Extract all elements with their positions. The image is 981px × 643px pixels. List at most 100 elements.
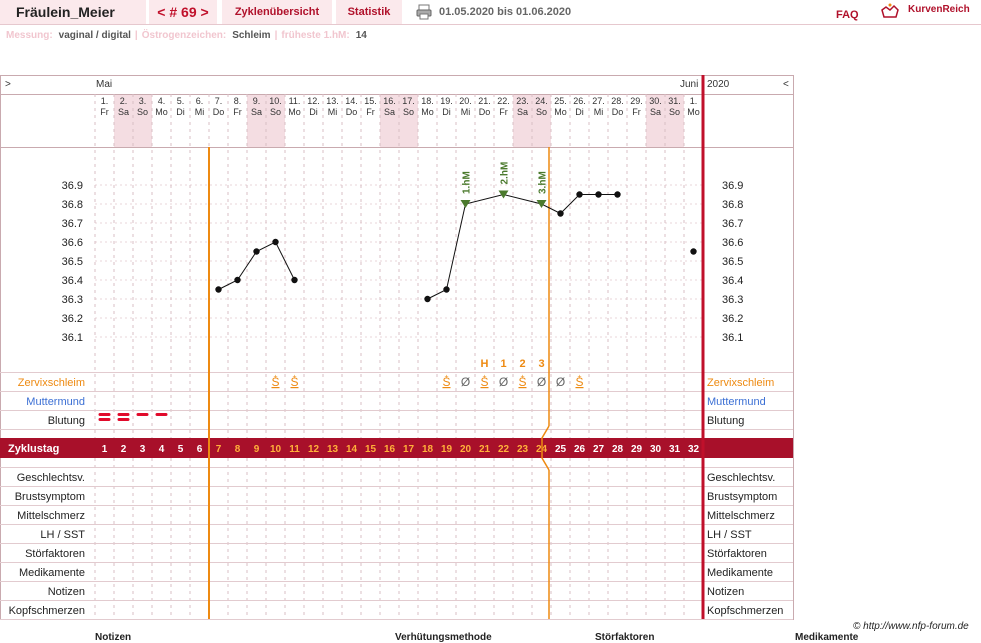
weekday-label: Mi xyxy=(328,107,338,117)
temp-label-right: 36.1 xyxy=(722,332,743,344)
temp-label-left: 36.9 xyxy=(62,180,83,192)
temp-label-left: 36.5 xyxy=(62,256,83,268)
cycle-day-number: 6 xyxy=(197,444,203,455)
temperature-point xyxy=(272,238,279,246)
day-number: 21. xyxy=(478,96,491,106)
temp-label-right: 36.5 xyxy=(722,256,743,268)
temperature-point xyxy=(690,248,697,255)
day-number: 1. xyxy=(101,96,109,106)
weekday-label: Fr xyxy=(632,107,641,117)
mucus-plus: + xyxy=(444,374,448,381)
row-label-bottom-left: Medikamente xyxy=(19,567,85,579)
day-number: 4. xyxy=(158,96,166,106)
mucus-plus: + xyxy=(482,374,486,381)
day-number: 26. xyxy=(573,96,586,106)
row-label-bottom-right: Notizen xyxy=(707,586,744,598)
weekday-label: Mo xyxy=(554,107,567,117)
cycle-day-number: 19 xyxy=(441,444,453,455)
day-number: 11. xyxy=(289,96,301,106)
peak-label: 2 xyxy=(519,358,525,370)
row-label-bottom-left: Störfaktoren xyxy=(25,548,85,560)
weekday-label: Sa xyxy=(251,107,262,117)
bleeding-mark xyxy=(136,413,149,416)
temp-label-right: 36.4 xyxy=(722,275,743,287)
nav-left-arrow: > xyxy=(5,79,11,90)
temperature-point xyxy=(215,286,222,293)
row-label-bottom-right: Brustsymptom xyxy=(707,491,777,503)
row-label-bleeding-left: Blutung xyxy=(48,415,85,427)
day-number: 31. xyxy=(668,96,681,106)
day-number: 13. xyxy=(326,96,339,106)
day-number: 28. xyxy=(611,96,624,106)
cycle-day-number: 30 xyxy=(650,444,662,455)
row-label-bottom-right: Geschlechtsv. xyxy=(707,472,775,484)
cycle-day-number: 16 xyxy=(384,444,396,455)
weekday-label: Fr xyxy=(366,107,375,117)
month-end-label: Juni xyxy=(680,79,698,90)
day-number: 9. xyxy=(253,96,261,106)
temp-label-left: 36.2 xyxy=(62,313,83,325)
temp-label-left: 36.3 xyxy=(62,294,83,306)
row-label-bottom-right: LH / SST xyxy=(707,529,752,541)
temp-label-left: 36.4 xyxy=(62,275,83,287)
temp-label-left: 36.8 xyxy=(62,199,83,211)
bottom-notes-label: Notizen xyxy=(95,632,132,643)
weekday-label: So xyxy=(669,107,680,117)
row-label-bottom-left: Kopfschmerzen xyxy=(9,605,85,617)
weekday-label: Mi xyxy=(195,107,205,117)
weekday-label: Di xyxy=(309,107,318,117)
temperature-point xyxy=(443,286,450,293)
row-label-bottom-left: LH / SST xyxy=(40,529,85,541)
peak-label: 3 xyxy=(538,358,544,370)
cycle-day-number: 21 xyxy=(479,444,491,455)
temperature-point xyxy=(234,276,241,284)
weekday-label: Di xyxy=(442,107,451,117)
day-number: 27. xyxy=(592,96,605,106)
temp-label-right: 36.6 xyxy=(722,237,743,249)
mucus-symbol: Ø xyxy=(556,375,565,389)
day-number: 18. xyxy=(421,96,434,106)
cycle-day-number: 12 xyxy=(308,444,320,455)
weekday-label: Mo xyxy=(155,107,168,117)
day-number: 15. xyxy=(364,96,377,106)
day-number: 19. xyxy=(440,96,453,106)
cycle-day-number: 26 xyxy=(574,444,586,455)
row-label-bottom-right: Störfaktoren xyxy=(707,548,767,560)
bleeding-mark xyxy=(98,418,111,421)
mucus-plus: + xyxy=(292,374,296,381)
weekday-label: Fr xyxy=(100,107,109,117)
row-label-cervix-left: Muttermund xyxy=(26,396,85,408)
cycle-day-number: 29 xyxy=(631,444,643,455)
cycle-day-number: 15 xyxy=(365,444,377,455)
cycle-day-number: 13 xyxy=(327,444,339,455)
day-number: 24. xyxy=(535,96,548,106)
temperature-point xyxy=(253,248,260,255)
temperature-point xyxy=(576,191,583,198)
weekday-label: So xyxy=(403,107,414,117)
mucus-plus: + xyxy=(577,374,581,381)
weekday-label: Mi xyxy=(461,107,471,117)
temp-label-right: 36.9 xyxy=(722,180,743,192)
weekday-label: Mo xyxy=(421,107,434,117)
cycle-day-number: 4 xyxy=(159,444,165,455)
mucus-symbol: Ø xyxy=(461,375,470,389)
bleeding-mark xyxy=(155,413,168,416)
day-number: 1. xyxy=(690,96,698,106)
hm-marker-label: 1.hM xyxy=(462,171,473,194)
temperature-point xyxy=(595,191,602,198)
weekday-label: So xyxy=(270,107,281,117)
weekday-label: Fr xyxy=(233,107,242,117)
cycle-day-number: 5 xyxy=(178,444,184,455)
row-label-cervical-mucus-left: Zervixschleim xyxy=(18,377,85,389)
temperature-point xyxy=(557,210,564,217)
day-number: 16. xyxy=(383,96,396,106)
row-label-bottom-right: Medikamente xyxy=(707,567,773,579)
cycle-day-number: 8 xyxy=(235,444,241,455)
cycle-day-label: Zyklustag xyxy=(8,443,59,455)
day-number: 7. xyxy=(215,96,223,106)
weekday-label: So xyxy=(137,107,148,117)
day-number: 22. xyxy=(497,96,510,106)
day-number: 2. xyxy=(120,96,128,106)
peak-label: 1 xyxy=(500,358,506,370)
cycle-day-number: 14 xyxy=(346,444,358,455)
